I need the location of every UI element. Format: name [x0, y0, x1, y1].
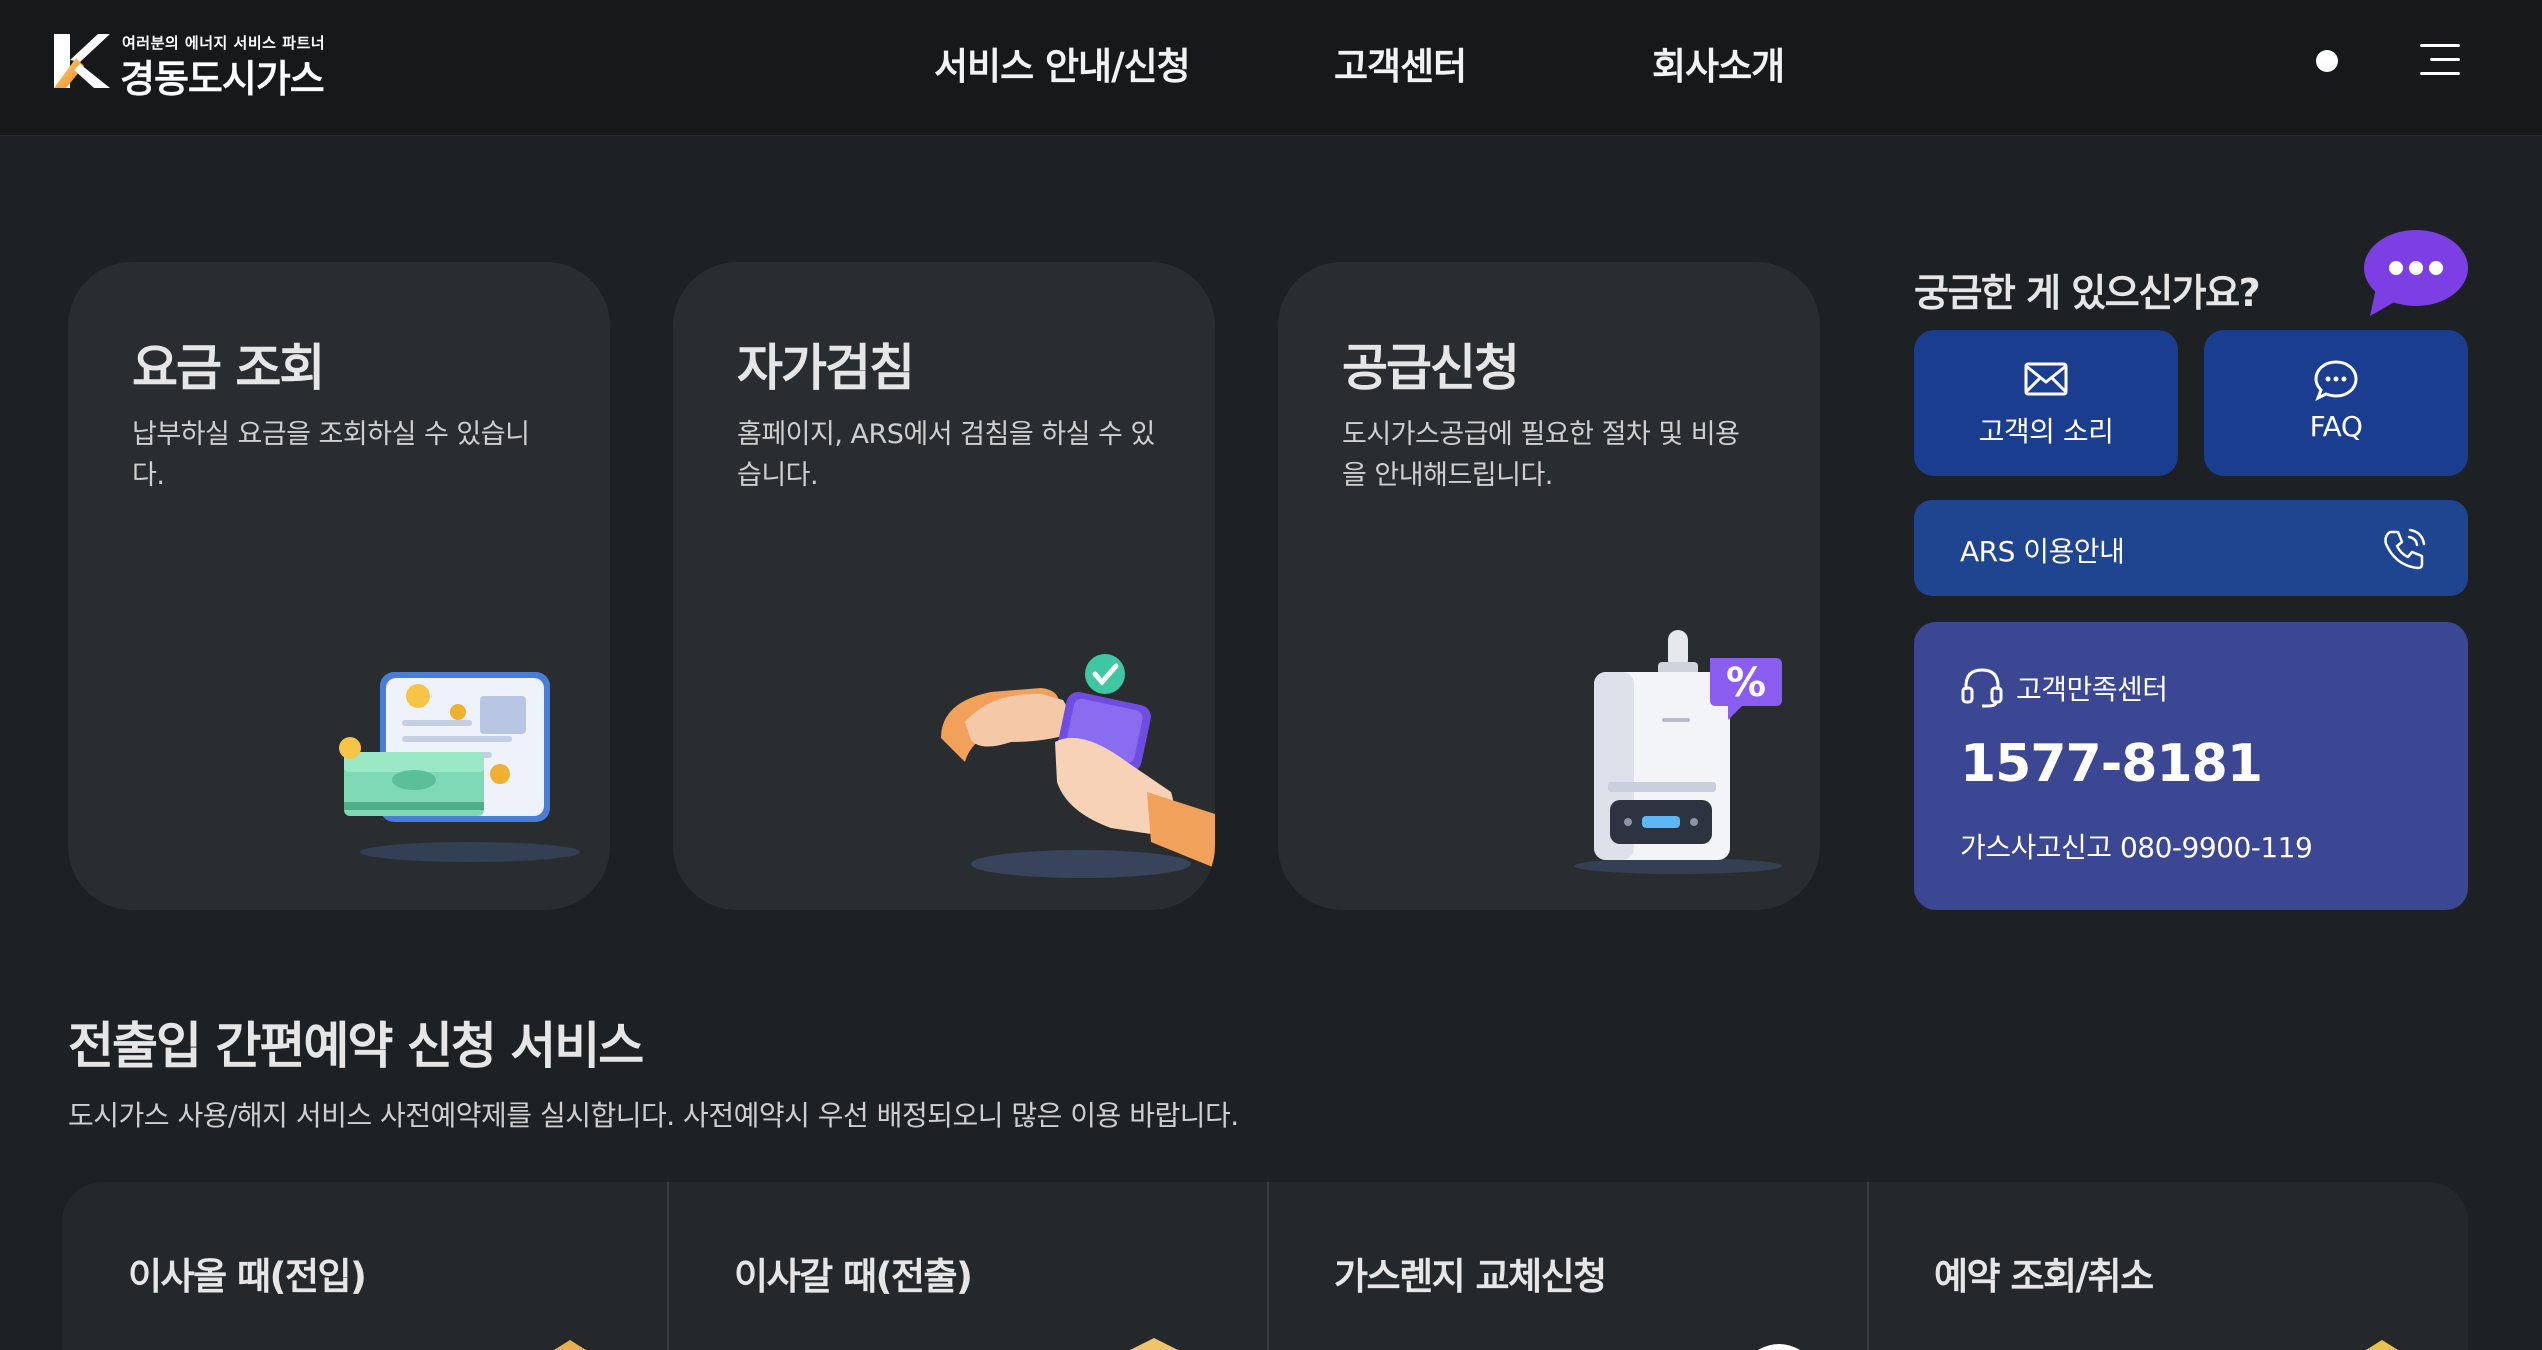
logo-k-icon [54, 34, 110, 88]
card-desc: 홈페이지, ARS에서 검침을 하실 수 있습니다. [737, 419, 1155, 491]
ars-label: ARS 이용안내 [1960, 535, 2125, 568]
box-icon [554, 1340, 586, 1350]
svg-text:%: % [1726, 660, 1766, 706]
card-title: 자가검침 [737, 339, 915, 397]
logo[interactable]: 여러분의 에너지 서비스 파트너 경동도시가스 [50, 30, 330, 101]
hamburger-menu-icon[interactable] [2420, 40, 2466, 80]
side-panel-title: 궁금한 게 있으신가요? [1914, 271, 2261, 315]
hand-phone-check-icon [941, 654, 1215, 878]
speech-bubble-icon [2314, 360, 2358, 402]
card-desc: 도시가스공급에 필요한 절차 및 비용을 안내해드립니다. [1342, 419, 1740, 491]
nav-company[interactable]: 회사소개 [1652, 36, 1785, 90]
house-icon [1130, 1338, 1178, 1350]
phone-call-icon [2384, 528, 2426, 570]
reservation-label: 가스렌지 교체신청 [1334, 1255, 1607, 1298]
card-bill-inquiry[interactable]: 요금 조회 납부하실 요금을 조회하실 수 있습니다. [68, 262, 610, 910]
reservation-move-in[interactable]: 이사올 때(전입) [62, 1182, 662, 1350]
card-self-meter-reading[interactable]: 자가검침 홈페이지, ARS에서 검침을 하실 수 있습니다. [673, 262, 1215, 910]
mail-icon [2024, 362, 2068, 396]
csc-phone-number[interactable]: 1577-8181 [1960, 734, 2263, 794]
customer-voice-button[interactable]: 고객의 소리 [1914, 330, 2178, 476]
customer-satisfaction-center: 고객만족센터 1577-8181 가스사고신고 080-9900-119 [1914, 622, 2468, 910]
reservation-range-replace[interactable]: 가스렌지 교체신청 [1268, 1182, 1868, 1350]
ars-guide-button[interactable]: ARS 이용안내 [1914, 500, 2468, 596]
headset-icon [1961, 668, 2003, 708]
reservation-label: 이사갈 때(전출) [734, 1255, 973, 1298]
reservation-label: 이사올 때(전입) [128, 1255, 367, 1298]
logo-name: 경동도시가스 [120, 57, 325, 101]
faq-button[interactable]: FAQ [2204, 330, 2468, 476]
card-title: 요금 조회 [132, 339, 325, 397]
chat-bubble-icon[interactable] [2362, 226, 2468, 318]
reservation-lookup-cancel[interactable]: 예약 조회/취소 [1868, 1182, 2468, 1350]
reservation-label: 예약 조회/취소 [1934, 1255, 2154, 1298]
gas-accident-report: 가스사고신고 080-9900-119 [1960, 831, 2313, 864]
faq-label: FAQ [2309, 410, 2363, 443]
site-header: 여러분의 에너지 서비스 파트너 경동도시가스 서비스 안내/신청 고객센터 회… [0, 0, 2542, 136]
nav-service[interactable]: 서비스 안내/신청 [934, 36, 1191, 90]
section-desc: 도시가스 사용/해지 서비스 사전예약제를 실시합니다. 사전예약시 우선 배정… [68, 1099, 1239, 1132]
card-supply-request[interactable]: 공급신청 도시가스공급에 필요한 절차 및 비용을 안내해드립니다. % [1278, 262, 1820, 910]
csc-label: 고객만족센터 [2016, 673, 2168, 706]
gas-range-icon [1758, 1344, 1800, 1350]
status-dot[interactable] [2316, 50, 2338, 72]
nav-customer-center[interactable]: 고객센터 [1334, 36, 1467, 90]
section-title: 전출입 간편예약 신청 서비스 [68, 1017, 644, 1075]
money-card-icon [339, 672, 580, 862]
boiler-percent-icon: % [1574, 630, 1782, 874]
card-title: 공급신청 [1342, 339, 1520, 397]
calendar-icon [2366, 1340, 2398, 1350]
customer-voice-label: 고객의 소리 [1978, 415, 2114, 448]
reservation-move-out[interactable]: 이사갈 때(전출) [668, 1182, 1268, 1350]
card-desc: 납부하실 요금을 조회하실 수 있습니다. [132, 419, 530, 491]
